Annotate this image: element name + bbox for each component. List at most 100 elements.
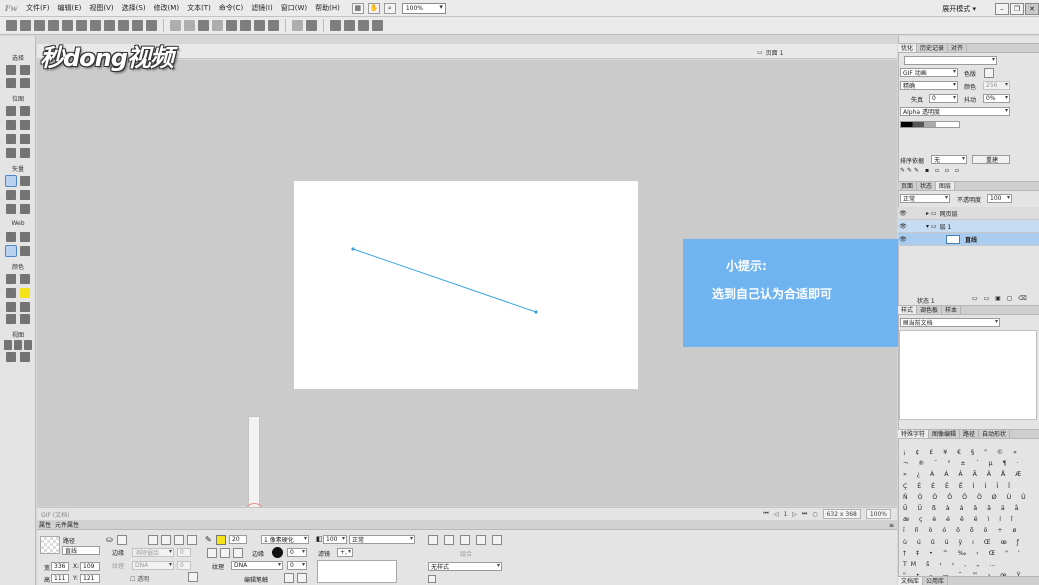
layer-action-icons[interactable]: ▭ ▭ ▣ ▢ ⌫ (972, 295, 1029, 302)
tab-symbol-properties[interactable]: 元件属性 (55, 520, 79, 529)
vertical-scrollbar[interactable] (248, 416, 260, 516)
line-end-point[interactable] (534, 310, 538, 314)
y-input[interactable]: 121 (80, 574, 100, 583)
fill-edge-num[interactable]: 0 (177, 548, 191, 557)
no-fill-icon[interactable] (148, 535, 158, 545)
special-characters-grid[interactable]: ¡ ¢ £ ¥ € § " © «¬ ® ¯ ° ± ´ µ ¶ ·» ¿ À … (903, 447, 1033, 581)
layer-blend-select[interactable]: 正常 (900, 194, 950, 203)
tab-styles[interactable]: 样式 (898, 306, 918, 314)
rebuild-button[interactable]: 重建 (972, 155, 1010, 164)
eye-icon[interactable]: 👁 (898, 223, 908, 230)
tab-doc-library[interactable]: 文档库 (898, 577, 924, 585)
glyph-row[interactable]: » ¿ À Á Â Ã Ä Å Æ (903, 469, 1033, 480)
style-small-icon[interactable] (428, 575, 436, 583)
tab-path[interactable]: 路径 (960, 430, 980, 438)
glyph-row[interactable]: ï ñ ò ó ô õ ö ÷ ø (903, 525, 1033, 536)
solid-fill-icon[interactable] (161, 535, 171, 545)
matte-swatch[interactable] (984, 68, 994, 78)
fill-texture-num[interactable]: 0 (177, 561, 191, 570)
style-select[interactable]: 无样式 (428, 562, 502, 571)
filter-list[interactable] (317, 560, 397, 583)
fill-bucket-icon[interactable]: ⛀ (106, 535, 113, 544)
style-source-select[interactable]: ▤ 当前文档 (900, 318, 1000, 327)
stroke-size-input[interactable]: 20 (229, 535, 247, 544)
pattern-fill-icon[interactable] (187, 535, 197, 545)
x-input[interactable]: 109 (80, 562, 100, 571)
eye-icon[interactable]: 👁 (898, 210, 908, 217)
styles-list[interactable] (899, 330, 1037, 420)
tab-samples[interactable]: 样本 (942, 306, 962, 314)
next-frame-icon[interactable]: ▷ (792, 511, 797, 518)
glyph-row[interactable]: ù ú û ü ÿ ı Œ œ ƒ (903, 537, 1033, 548)
layer-row-line[interactable]: 👁 直线 (898, 233, 1039, 246)
stroke-align-inside-icon[interactable] (207, 548, 217, 558)
glyph-row[interactable]: ¡ ¢ £ ¥ € § " © « (903, 447, 1033, 458)
glyph-row[interactable]: Ç È É Ê Ë Ì Í Î Ï (903, 481, 1033, 492)
tab-layers[interactable]: 图层 (936, 182, 956, 190)
prev-frame-icon[interactable]: ◁ (774, 511, 779, 518)
glyph-row[interactable]: æ ç è é ê ë ì í î (903, 514, 1033, 525)
panel-options-icon[interactable]: ≡ (889, 522, 894, 529)
export-format-select[interactable]: GIF 动画 (900, 68, 958, 77)
last-frame-icon[interactable]: ⏭ (802, 510, 807, 518)
fill-none-swatch[interactable] (117, 535, 127, 545)
first-frame-icon[interactable]: ⏮ (763, 510, 768, 518)
stroke-align-center-icon[interactable] (220, 548, 230, 558)
gradient-fill-icon[interactable] (174, 535, 184, 545)
fill-texture-select[interactable]: DNA (132, 561, 174, 570)
tab-history[interactable]: 历史记录 (917, 44, 949, 52)
tab-auto-shapes[interactable]: 自动形状 (979, 430, 1011, 438)
optimize-preset-select[interactable] (904, 56, 997, 65)
tab-align[interactable]: 对齐 (948, 44, 968, 52)
transparency-select[interactable]: Alpha 透明度 (900, 107, 1010, 116)
eye-icon[interactable]: 👁 (898, 236, 908, 243)
style-option-icon[interactable] (460, 535, 470, 545)
style-option-icon[interactable] (428, 535, 438, 545)
glyph-row[interactable]: Û Ü ß à á â ã ä å (903, 503, 1033, 514)
stroke-option-icon[interactable] (284, 573, 294, 583)
opacity-input[interactable]: 100 (323, 535, 347, 544)
tab-image-edit[interactable]: 图像编辑 (929, 430, 961, 438)
width-input[interactable]: 336 (51, 562, 69, 571)
stroke-align-outside-icon[interactable] (233, 548, 243, 558)
palette-select[interactable]: 精确 (900, 81, 958, 90)
palette-tool-icons[interactable]: ✎✎✎ ▪ ▫ ▫ ▫ (900, 167, 961, 174)
tab-states[interactable]: 状态 (917, 182, 937, 190)
tab-optimize[interactable]: 优化 (898, 44, 918, 52)
straight-line-shape[interactable] (352, 248, 537, 313)
tab-properties[interactable]: 属性 (39, 520, 51, 529)
dither-input[interactable]: 0% (983, 94, 1010, 103)
play-icon[interactable]: ○ (812, 511, 817, 518)
stroke-texture-num[interactable]: 0 (287, 561, 307, 570)
stroke-color-swatch[interactable] (216, 535, 226, 545)
style-option-icon[interactable] (492, 535, 502, 545)
edit-stroke-button[interactable]: 编辑笔触 (244, 575, 268, 584)
layer-opacity-input[interactable]: 100 (987, 194, 1012, 203)
style-option-icon[interactable] (444, 535, 454, 545)
stroke-texture-select[interactable]: DNA (231, 561, 283, 570)
object-name-input[interactable]: 直线 (62, 546, 100, 555)
fill-transparent-checkbox[interactable]: ☐ 透明 (130, 574, 149, 583)
glyph-row[interactable]: Ñ Ò Ó Ô Õ Ö Ø Ù Ú (903, 492, 1033, 503)
loss-input[interactable]: 0 (929, 94, 958, 103)
tab-pages[interactable]: 页面 (898, 182, 918, 190)
glyph-row[interactable]: TM š ‹ › ‚ „ … ­ (903, 559, 1033, 570)
fill-options-icon[interactable] (188, 572, 198, 582)
sort-select[interactable]: 无 (931, 155, 967, 164)
line-start-point[interactable] (351, 247, 355, 251)
glyph-row[interactable]: ¬ ® ¯ ° ± ´ µ ¶ · (903, 458, 1033, 469)
stroke-option-icon[interactable] (297, 573, 307, 583)
status-zoom[interactable]: 100% (865, 509, 891, 519)
tab-common-library[interactable]: 公用库 (923, 577, 949, 585)
style-option-icon[interactable] (476, 535, 486, 545)
layer-row-web[interactable]: 👁 ▸ ▭ 网页层 (898, 207, 1039, 220)
blend-mode-select[interactable]: 正常 (349, 535, 415, 544)
height-input[interactable]: 111 (51, 574, 69, 583)
add-filter-button[interactable]: +, (337, 548, 353, 557)
tab-swatches[interactable]: 调色板 (917, 306, 943, 314)
stroke-pencil-icon[interactable]: ✎ (205, 535, 212, 544)
colors-count-select[interactable]: 256 (983, 81, 1010, 90)
stroke-type-select[interactable]: 1 像素硬化 (261, 535, 309, 544)
glyph-row[interactable]: † ‡ • ^ ‰ ‹ Œ " ' (903, 548, 1033, 559)
fill-edge-select[interactable]: 消除锯齿 (132, 548, 174, 557)
